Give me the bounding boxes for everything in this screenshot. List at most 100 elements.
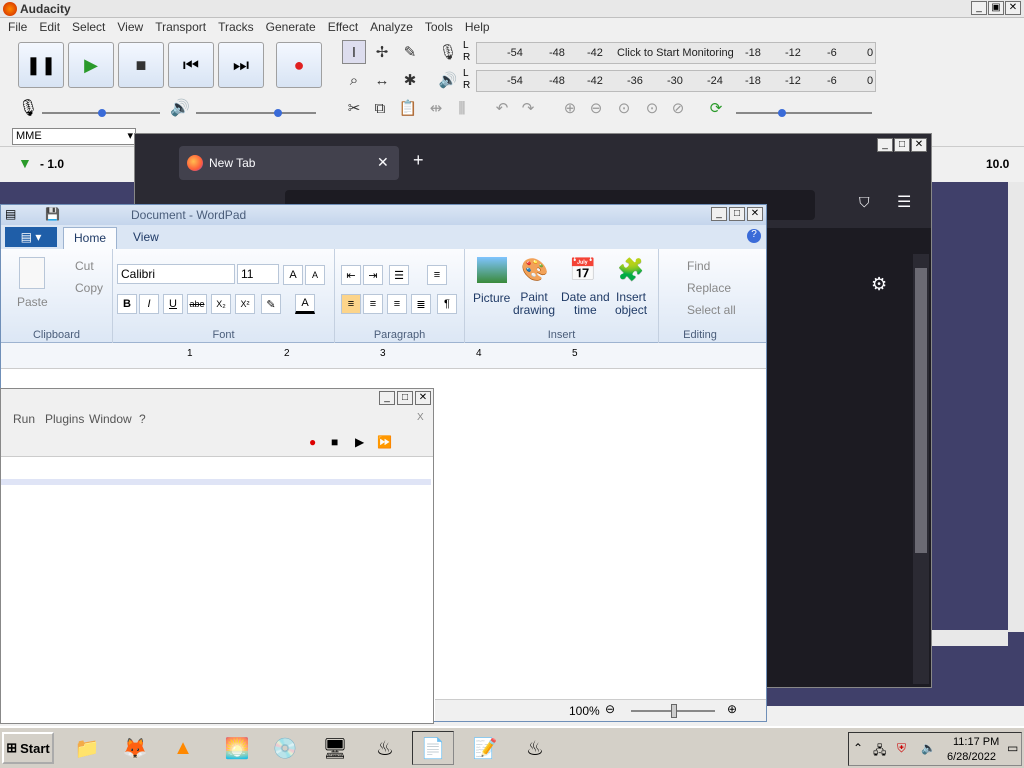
menu-tools[interactable]: Tools bbox=[419, 18, 459, 38]
paint-icon[interactable]: 🎨 bbox=[521, 257, 548, 283]
bold-button[interactable]: B bbox=[117, 294, 137, 314]
side-close-button[interactable]: ✕ bbox=[415, 391, 431, 405]
font-name-select[interactable]: Calibri bbox=[117, 264, 235, 284]
align-left-icon[interactable]: ≡ bbox=[341, 294, 361, 314]
firefox-minimize-button[interactable]: _ bbox=[877, 138, 893, 152]
clock-date[interactable]: 6/28/2022 bbox=[947, 751, 996, 763]
play-speed-slider[interactable] bbox=[736, 109, 872, 117]
play-at-speed-icon[interactable]: ⟳ bbox=[704, 96, 728, 120]
envelope-tool-icon[interactable]: ✢ bbox=[370, 40, 394, 64]
picture-icon[interactable] bbox=[477, 257, 507, 283]
silence-icon[interactable]: ⫼ bbox=[450, 96, 474, 120]
firefox-taskbar-icon[interactable]: 🦊 bbox=[114, 731, 156, 765]
play-macro-icon[interactable]: ▶ bbox=[355, 435, 364, 449]
font-size-select[interactable]: 11 bbox=[237, 264, 279, 284]
tab-close-icon[interactable]: ✕ bbox=[377, 154, 389, 171]
multi-tool-icon[interactable]: ✱ bbox=[398, 68, 422, 92]
quick-save-icon[interactable]: 💾 bbox=[45, 207, 60, 221]
replace-button[interactable]: Replace bbox=[687, 281, 731, 295]
wordpad-taskbar-icon[interactable]: 📄 bbox=[412, 731, 454, 765]
microphone-icon[interactable]: 🎙 bbox=[436, 40, 460, 64]
record-volume-slider[interactable] bbox=[42, 109, 160, 117]
select-all-button[interactable]: Select all bbox=[687, 303, 736, 317]
explorer-taskbar-icon[interactable]: 📁 bbox=[66, 731, 108, 765]
stop-macro-icon[interactable]: ■ bbox=[331, 435, 338, 449]
undo-icon[interactable]: ↶ bbox=[490, 96, 514, 120]
menu-question[interactable]: ? bbox=[139, 412, 146, 426]
redo-icon[interactable]: ↷ bbox=[516, 96, 540, 120]
menu-edit[interactable]: Edit bbox=[33, 18, 66, 38]
track-hscrollbar[interactable] bbox=[932, 630, 1008, 646]
zoom-tool-icon[interactable]: ⌕ bbox=[342, 68, 366, 92]
pocket-icon[interactable]: ⛉ bbox=[859, 194, 870, 211]
object-icon[interactable]: 🧩 bbox=[617, 257, 644, 283]
side-editor-area[interactable] bbox=[1, 479, 431, 723]
align-right-icon[interactable]: ≡ bbox=[387, 294, 407, 314]
italic-button[interactable]: I bbox=[139, 294, 159, 314]
wordpad-close-button[interactable]: ✕ bbox=[747, 207, 763, 221]
date-time-button[interactable]: Date and time bbox=[561, 291, 610, 317]
menu-help[interactable]: Help bbox=[459, 18, 496, 38]
zoom-slider[interactable] bbox=[631, 704, 715, 718]
new-tab-button[interactable]: + bbox=[413, 150, 424, 171]
steam2-taskbar-icon[interactable]: ♨ bbox=[514, 731, 556, 765]
settings-gear-icon[interactable]: ⚙ bbox=[871, 274, 887, 295]
wordpad-minimize-button[interactable]: _ bbox=[711, 207, 727, 221]
menu-analyze[interactable]: Analyze bbox=[364, 18, 419, 38]
paragraph-icon[interactable]: ¶ bbox=[437, 294, 457, 314]
record-macro-icon[interactable]: ● bbox=[309, 435, 316, 449]
firefox-close-button[interactable]: ✕ bbox=[911, 138, 927, 152]
font-color-icon[interactable]: A bbox=[295, 294, 315, 314]
menu-tracks[interactable]: Tracks bbox=[212, 18, 260, 38]
stop-button[interactable]: ■ bbox=[118, 42, 164, 88]
disc-taskbar-icon[interactable]: 💿 bbox=[264, 731, 306, 765]
menu-plugins[interactable]: Plugins bbox=[45, 412, 84, 426]
document-area[interactable] bbox=[435, 369, 766, 699]
start-button[interactable]: ⊞ Start bbox=[2, 732, 54, 764]
skip-start-button[interactable]: ⏮ bbox=[168, 42, 214, 88]
menu-select[interactable]: Select bbox=[66, 18, 111, 38]
justify-icon[interactable]: ≣ bbox=[411, 294, 431, 314]
steam-taskbar-icon[interactable]: ♨ bbox=[364, 731, 406, 765]
timeshift-tool-icon[interactable]: ↔ bbox=[370, 68, 394, 92]
menu-transport[interactable]: Transport bbox=[149, 18, 212, 38]
menu-window[interactable]: Window bbox=[89, 412, 132, 426]
firefox-scrollbar[interactable] bbox=[913, 254, 929, 684]
speaker-icon[interactable]: 🔊 bbox=[436, 68, 460, 92]
ruler[interactable]: 1 2 3 4 5 bbox=[1, 343, 766, 369]
help-icon[interactable]: ? bbox=[747, 229, 761, 243]
tab-new-tab[interactable]: New Tab ✕ bbox=[179, 146, 399, 180]
superscript-button[interactable]: X² bbox=[235, 294, 255, 314]
audacity-close-button[interactable]: ✕ bbox=[1005, 1, 1021, 15]
fit-selection-icon[interactable]: ⊙ bbox=[612, 96, 636, 120]
trim-icon[interactable]: ⇹ bbox=[424, 96, 448, 120]
subscript-button[interactable]: X₂ bbox=[211, 294, 231, 314]
app-taskbar-icon[interactable]: 🌅 bbox=[216, 731, 258, 765]
find-button[interactable]: Find bbox=[687, 259, 710, 273]
paste-icon[interactable] bbox=[19, 257, 45, 289]
menu-effect[interactable]: Effect bbox=[322, 18, 364, 38]
pause-button[interactable]: ❚❚ bbox=[18, 42, 64, 88]
fast-forward-icon[interactable]: ⏩ bbox=[377, 435, 392, 449]
picture-button[interactable]: Picture bbox=[473, 291, 510, 305]
zoom-toggle-icon[interactable]: ⊘ bbox=[666, 96, 690, 120]
clock-time[interactable]: 11:17 PM bbox=[953, 736, 999, 748]
decrease-indent-icon[interactable]: ⇤ bbox=[341, 265, 361, 285]
network-icon[interactable]: 🖧 bbox=[873, 741, 886, 762]
paint-drawing-button[interactable]: Paint drawing bbox=[513, 291, 555, 317]
record-button[interactable]: ● bbox=[276, 42, 322, 88]
notepadpp-taskbar-icon[interactable]: 📝 bbox=[464, 731, 506, 765]
tab-home[interactable]: Home bbox=[63, 227, 117, 249]
zoom-in-icon[interactable]: ⊕ bbox=[558, 96, 582, 120]
tab-view[interactable]: View bbox=[133, 230, 159, 244]
track-vscrollbar[interactable] bbox=[1008, 182, 1024, 632]
strikethrough-button[interactable]: abe bbox=[187, 294, 207, 314]
audacity-minimize-button[interactable]: _ bbox=[971, 1, 987, 15]
menu-generate[interactable]: Generate bbox=[260, 18, 322, 38]
selection-tool-icon[interactable]: I bbox=[342, 40, 366, 64]
tray-expand-icon[interactable]: ⌃ bbox=[853, 741, 863, 755]
calendar-icon[interactable]: 📅 bbox=[569, 257, 596, 283]
audacity-maximize-button[interactable]: ▣ bbox=[988, 1, 1004, 15]
insert-object-button[interactable]: Insert object bbox=[615, 291, 647, 317]
firefox-maximize-button[interactable]: □ bbox=[894, 138, 910, 152]
